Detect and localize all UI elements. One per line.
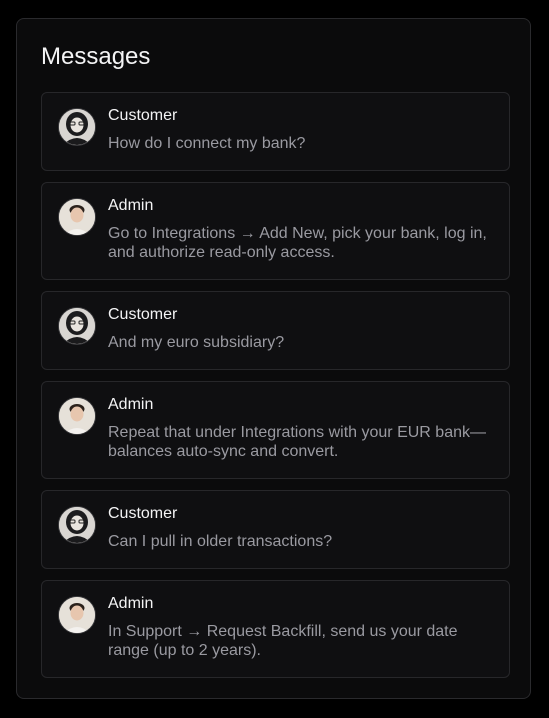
messages-panel: Messages Customer How do I connect my ba…: [16, 18, 531, 699]
message-item[interactable]: Customer How do I connect my bank?: [41, 92, 510, 171]
message-item[interactable]: Admin In Support → Request Backfill, sen…: [41, 580, 510, 678]
admin-avatar: [58, 596, 96, 634]
admin-avatar: [58, 397, 96, 435]
message-text: Go to Integrations → Add New, pick your …: [108, 225, 487, 261]
message-author: Admin: [108, 197, 154, 214]
message-author: Customer: [108, 505, 178, 522]
message-text: How do I connect my bank?: [108, 135, 306, 152]
message-text: Can I pull in older transactions?: [108, 533, 333, 550]
message-list: Customer How do I connect my bank? Admin…: [41, 92, 510, 689]
message-item[interactable]: Customer And my euro subsidiary?: [41, 291, 510, 370]
message-text: And my euro subsidiary?: [108, 334, 285, 351]
message-item[interactable]: Customer Can I pull in older transaction…: [41, 490, 510, 569]
message-author: Admin: [108, 595, 154, 612]
customer-avatar: [58, 108, 96, 146]
customer-avatar: [58, 506, 96, 544]
customer-avatar: [58, 307, 96, 345]
message-author: Admin: [108, 396, 154, 413]
message-item[interactable]: Admin Go to Integrations → Add New, pick…: [41, 182, 510, 280]
panel-title: Messages: [41, 43, 151, 70]
message-item[interactable]: Admin Repeat that under Integrations wit…: [41, 381, 510, 479]
admin-avatar: [58, 198, 96, 236]
message-author: Customer: [108, 306, 178, 323]
message-text: In Support → Request Backfill, send us y…: [108, 623, 458, 659]
message-author: Customer: [108, 107, 178, 124]
message-text: Repeat that under Integrations with your…: [108, 424, 486, 460]
